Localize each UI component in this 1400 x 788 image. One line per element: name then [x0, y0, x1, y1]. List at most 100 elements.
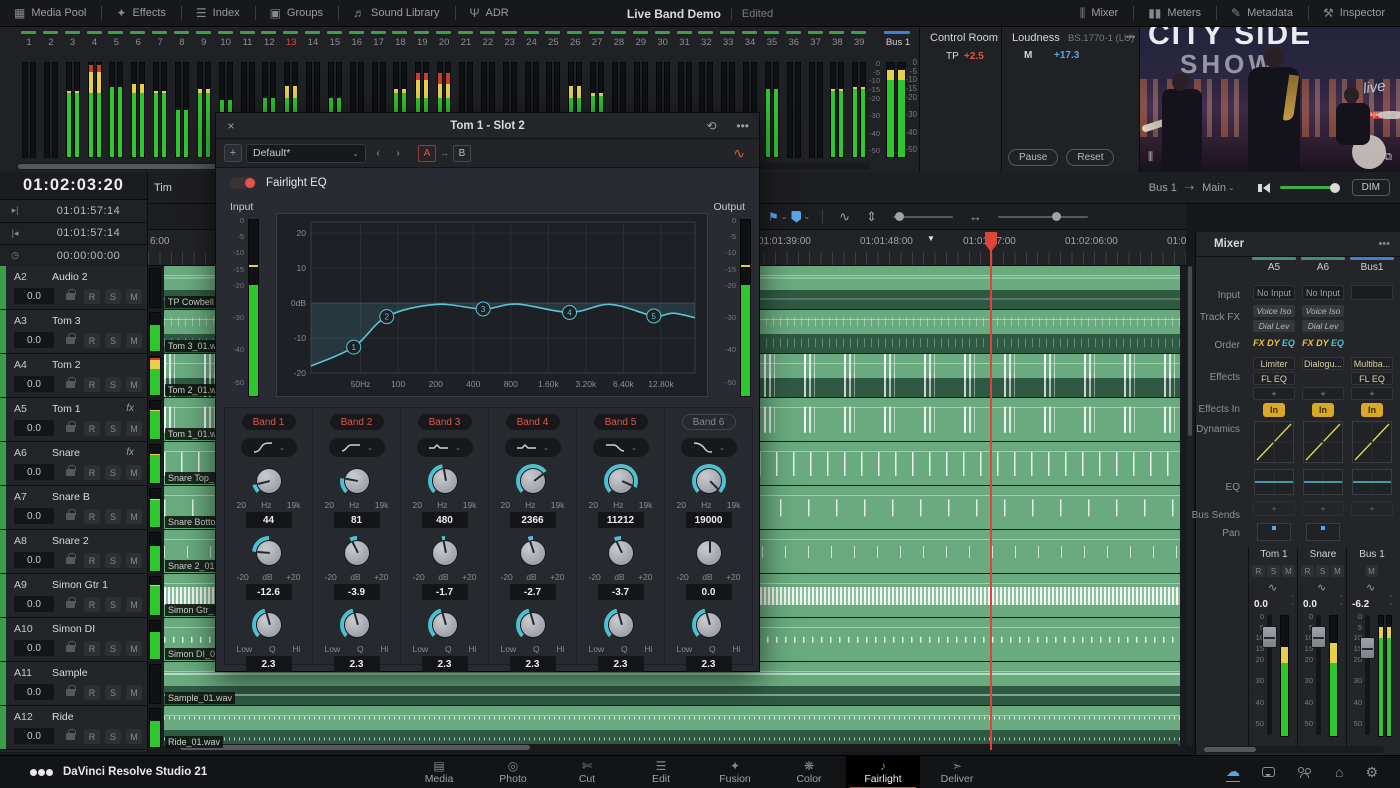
bridge-channel-5[interactable]: 5: [105, 27, 127, 172]
track-r-button[interactable]: R: [84, 597, 100, 612]
band-q-value[interactable]: 2.3: [422, 656, 468, 672]
track-s-button[interactable]: S: [105, 509, 121, 524]
page-button-media[interactable]: ▤Media: [402, 756, 476, 788]
track-gain-field[interactable]: 0.0: [14, 464, 54, 480]
monitor-dest-label[interactable]: Main: [1202, 182, 1226, 194]
track-m-button[interactable]: M: [126, 333, 142, 348]
track-gain-field[interactable]: 0.0: [14, 288, 54, 304]
bus-send-slot[interactable]: +: [1302, 501, 1344, 516]
band-q-value[interactable]: 2.3: [334, 656, 380, 672]
track-header-A9[interactable]: A9Simon Gtr 10.0RSM: [0, 574, 148, 618]
effect-slot[interactable]: FL EQ: [1253, 372, 1295, 385]
trackfx-badge[interactable]: Dial Lev: [1302, 320, 1344, 332]
timeline-marker[interactable]: ▼: [927, 234, 935, 243]
band-gain-value[interactable]: -12.6: [246, 584, 292, 600]
knob[interactable]: [344, 540, 370, 566]
effect-slot[interactable]: Multiba...: [1351, 357, 1393, 370]
knob[interactable]: [608, 612, 634, 638]
dynamics-graph[interactable]: [1254, 421, 1294, 463]
bridge-channel-3[interactable]: 3: [62, 27, 84, 172]
knob[interactable]: [432, 540, 458, 566]
knob[interactable]: [520, 468, 546, 494]
track-m-button[interactable]: M: [126, 553, 142, 568]
track-r-button[interactable]: R: [84, 729, 100, 744]
lock-icon[interactable]: [66, 469, 75, 476]
preset-dropdown[interactable]: Default*⌄: [246, 144, 366, 163]
toolbar-button-effects[interactable]: ✦Effects: [102, 0, 181, 26]
fader-nudge-arrows[interactable]: ⌃ ⌄: [1339, 597, 1344, 607]
bridge-channel-6[interactable]: 6: [127, 27, 149, 172]
band-freq-value[interactable]: 2366: [510, 512, 556, 528]
band-gain-value[interactable]: -3.9: [334, 584, 380, 600]
plugin-bypass-icon[interactable]: ∿: [733, 145, 751, 162]
ab-compare-a-button[interactable]: A: [418, 145, 436, 162]
ab-compare-b-button[interactable]: B: [453, 145, 471, 162]
track-gain-field[interactable]: 0.0: [14, 332, 54, 348]
band-freq-value[interactable]: 44: [246, 512, 292, 528]
bus-send-slot[interactable]: +: [1351, 501, 1393, 516]
channel-input-select[interactable]: No Input: [1302, 285, 1344, 300]
trackfx-badge[interactable]: Dial Lev: [1253, 320, 1295, 332]
lock-icon[interactable]: [66, 689, 75, 696]
track-s-button[interactable]: S: [105, 685, 121, 700]
lock-icon[interactable]: [66, 601, 75, 608]
track-gain-field[interactable]: 0.0: [14, 728, 54, 744]
page-button-deliver[interactable]: ➣Deliver: [920, 756, 994, 788]
band-freq-value[interactable]: 81: [334, 512, 380, 528]
track-header-A8[interactable]: A8Snare 20.0RSM: [0, 530, 148, 574]
track-header-A6[interactable]: A6Snarefx0.0RSM: [0, 442, 148, 486]
knob[interactable]: [520, 612, 546, 638]
track-s-button[interactable]: S: [105, 465, 121, 480]
toolbar-button-media-pool[interactable]: ▦Media Pool: [0, 0, 101, 26]
band-gain-value[interactable]: -2.7: [510, 584, 556, 600]
preset-next-button[interactable]: ›: [390, 144, 406, 162]
lock-icon[interactable]: [66, 557, 75, 564]
dialog-titlebar[interactable]: × Tom 1 - Slot 2 ⟲ •••: [216, 113, 759, 139]
page-button-fairlight[interactable]: ♪Fairlight: [846, 756, 920, 788]
lock-icon[interactable]: [66, 513, 75, 520]
toolbar-button-metadata[interactable]: ✎Metadata: [1217, 0, 1308, 26]
band-enable-button[interactable]: Band 2: [330, 414, 384, 430]
bridge-channel-2[interactable]: 2: [40, 27, 62, 172]
knob[interactable]: [696, 468, 722, 494]
bridge-channel-35[interactable]: 35: [761, 27, 783, 172]
knob[interactable]: [344, 468, 370, 494]
bridge-channel-8[interactable]: 8: [171, 27, 193, 172]
knob[interactable]: [608, 468, 634, 494]
track-r-button[interactable]: R: [84, 685, 100, 700]
knob[interactable]: [696, 540, 722, 566]
toolbar-button-inspector[interactable]: ⚒Inspector: [1309, 0, 1400, 26]
track-m-button[interactable]: M: [126, 509, 142, 524]
gear-icon[interactable]: ⚙: [1365, 764, 1378, 781]
cloud-icon[interactable]: ☁: [1226, 763, 1240, 782]
track-m-button[interactable]: M: [126, 465, 142, 480]
track-s-button[interactable]: S: [105, 289, 121, 304]
page-button-cut[interactable]: ✄Cut: [550, 756, 624, 788]
monitor-bus-label[interactable]: Bus 1: [1149, 182, 1177, 194]
effects-in-toggle[interactable]: In: [1312, 403, 1334, 417]
bridge-channel-36[interactable]: 36: [783, 27, 805, 172]
effect-slot[interactable]: Limiter: [1253, 357, 1295, 370]
band-q-value[interactable]: 2.3: [246, 656, 292, 672]
track-header-A4[interactable]: A4Tom 20.0RSM: [0, 354, 148, 398]
chat-icon[interactable]: [1262, 767, 1275, 777]
track-r-button[interactable]: R: [84, 333, 100, 348]
knob[interactable]: [344, 612, 370, 638]
track-gain-field[interactable]: 0.0: [14, 508, 54, 524]
toolbar-button-index[interactable]: ☰Index: [182, 0, 255, 26]
chevron-down-icon[interactable]: ⌄: [1228, 183, 1235, 192]
dynamics-graph[interactable]: [1352, 421, 1392, 463]
band-enable-button[interactable]: Band 6: [682, 414, 736, 430]
pan-control[interactable]: [1257, 523, 1291, 541]
knob[interactable]: [432, 612, 458, 638]
automation-icon[interactable]: ∿: [1366, 581, 1375, 594]
track-gain-field[interactable]: 0.0: [14, 376, 54, 392]
track-header-A5[interactable]: A5Tom 1fx0.0RSM: [0, 398, 148, 442]
bridge-channel-38[interactable]: 38: [826, 27, 848, 172]
close-icon[interactable]: ×: [216, 119, 246, 133]
band-q-value[interactable]: 2.3: [598, 656, 644, 672]
timeline-zoom-slider[interactable]: [998, 216, 1088, 218]
pan-control[interactable]: [1306, 523, 1340, 541]
band-shape-select[interactable]: ⌄: [681, 438, 737, 457]
history-icon[interactable]: ⟲: [696, 119, 726, 133]
